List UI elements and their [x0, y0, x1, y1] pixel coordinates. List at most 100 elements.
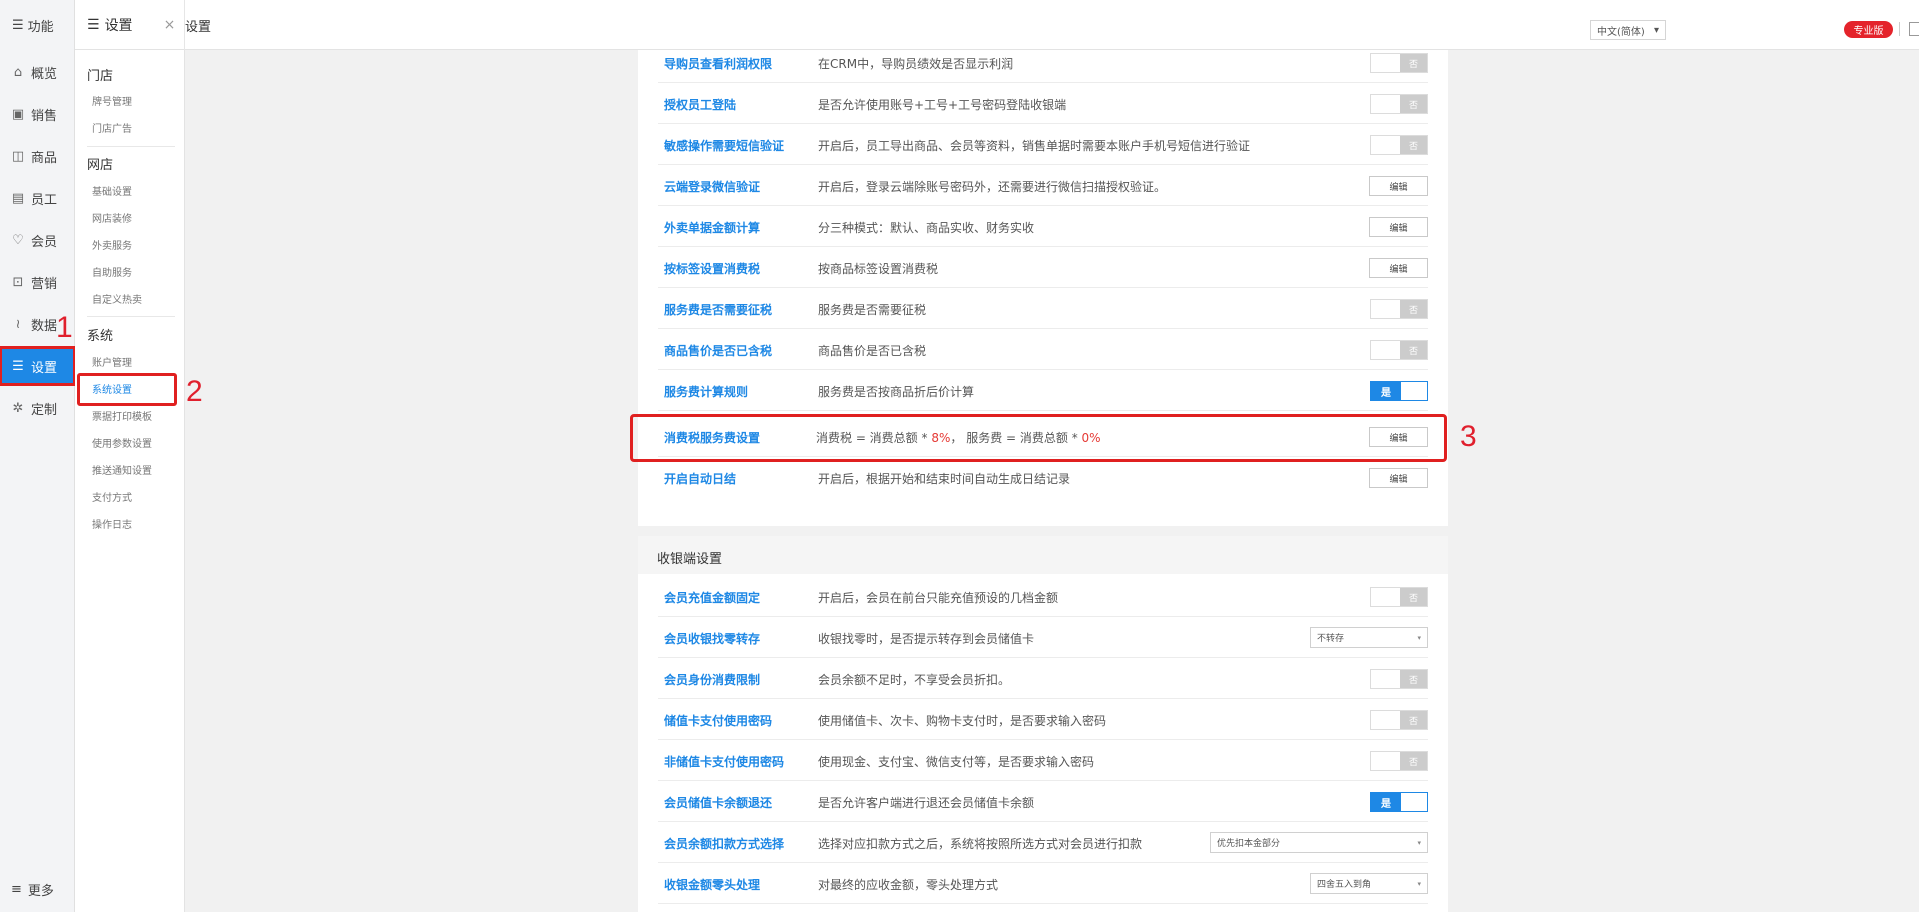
setting-name: 敏感操作需要短信验证 [664, 139, 785, 153]
setting-toggle[interactable]: 是 [1370, 792, 1428, 812]
member-icon: ♡ [12, 232, 24, 248]
submenu-link[interactable]: 账户管理 [92, 354, 132, 369]
submenu-link[interactable]: 外卖服务 [92, 237, 132, 252]
custom-icon: ✲ [12, 400, 24, 416]
setting-row: 外卖单据金额计算 分三种模式：默认、商品实收、财务实收 编辑 [658, 206, 1428, 247]
submenu-link[interactable]: 票据打印模板 [92, 408, 152, 423]
setting-name: 会员充值金额固定 [664, 591, 761, 605]
setting-desc: 选择对应扣款方式之后，系统将按照所选方式对会员进行扣款 [818, 837, 1143, 851]
function-menu-toggle[interactable]: ☰ 功能 [0, 0, 75, 50]
setting-toggle[interactable]: 否 [1370, 53, 1428, 73]
submenu-link[interactable]: 使用参数设置 [92, 435, 152, 450]
submenu-link[interactable]: 自助服务 [92, 264, 132, 279]
submenu-link[interactable]: 基础设置 [92, 183, 132, 198]
toggle-state: 否 [1400, 670, 1427, 688]
exit-icon[interactable] [1909, 22, 1919, 36]
sliders-icon: ☰ [87, 17, 100, 33]
setting-desc: 服务费是否按商品折后价计算 [818, 385, 975, 399]
setting-toggle[interactable]: 否 [1370, 710, 1428, 730]
list-icon: ☰ [12, 17, 24, 33]
setting-toggle[interactable]: 是 [1370, 381, 1428, 401]
goods-icon: ◫ [11, 148, 25, 164]
submenu-group-online: 网店 [87, 158, 114, 173]
nav-label: 员工 [31, 192, 58, 208]
settings-submenu: 门店 牌号管理 门店广告 网店 基础设置 网店装修 外卖服务 自助服务 自定义热… [75, 50, 185, 912]
setting-toggle[interactable]: 否 [1370, 135, 1428, 155]
setting-name: 云端登录微信验证 [664, 180, 761, 194]
setting-name: 会员余额扣款方式选择 [664, 837, 785, 851]
setting-row: 敏感操作需要短信验证 开启后，员工导出商品、会员等资料，销售单据时需要本账户手机… [658, 124, 1428, 165]
setting-name: 储值卡支付使用密码 [664, 714, 773, 728]
nav-more[interactable]: ≡ 更多 [0, 870, 75, 908]
nav-item-overview[interactable]: ⌂ 概览 [0, 53, 75, 91]
nav-label: 商品 [31, 150, 58, 166]
setting-name: 会员储值卡余额退还 [664, 796, 773, 810]
setting-desc: 服务费是否需要征税 [818, 303, 927, 317]
setting-toggle[interactable]: 否 [1370, 751, 1428, 771]
caret-down-icon: ▾ [1653, 24, 1659, 36]
setting-row: 开启自动日结 开启后，根据开始和结束时间自动生成日结记录 编辑 [658, 457, 1428, 498]
setting-row: 会员身份消费限制 会员余额不足时，不享受会员折扣。 否 [658, 658, 1428, 699]
nav-item-goods[interactable]: ◫ 商品 [0, 137, 75, 175]
toggle-state: 是 [1371, 793, 1401, 811]
setting-desc: 使用现金、支付宝、微信支付等，是否要求输入密码 [818, 755, 1095, 769]
nav-item-sales[interactable]: ▣ 销售 [0, 95, 75, 133]
setting-toggle[interactable]: 否 [1370, 669, 1428, 689]
setting-desc: 按商品标签设置消费税 [818, 262, 939, 276]
edit-button[interactable]: 编辑 [1369, 468, 1428, 488]
home-icon: ⌂ [13, 64, 23, 80]
setting-row: 会员余额扣款方式选择 选择对应扣款方式之后，系统将按照所选方式对会员进行扣款 优… [658, 822, 1428, 863]
setting-select[interactable]: 优先扣本金部分 ▾ [1210, 832, 1428, 853]
setting-row: 按标签设置消费税 按商品标签设置消费税 编辑 [658, 247, 1428, 288]
nav-item-marketing[interactable]: ⊡ 营销 [0, 263, 75, 301]
nav-label: 营销 [31, 276, 58, 292]
submenu-link[interactable]: 网店装修 [92, 210, 132, 225]
submenu-group-system: 系统 [87, 329, 114, 344]
setting-toggle[interactable]: 否 [1370, 587, 1428, 607]
nav-label: 概览 [31, 66, 58, 82]
edit-button[interactable]: 编辑 [1369, 176, 1428, 196]
submenu-link[interactable]: 门店广告 [92, 120, 132, 135]
divider [87, 316, 175, 317]
setting-select[interactable]: 四舍五入到角 ▾ [1310, 873, 1428, 894]
select-value: 优先扣本金部分 [1217, 839, 1281, 849]
submenu-link[interactable]: 操作日志 [92, 516, 132, 531]
close-icon[interactable]: × [164, 17, 176, 33]
nav-item-custom[interactable]: ✲ 定制 [0, 389, 75, 427]
submenu-link[interactable]: 支付方式 [92, 489, 132, 504]
nav-item-employee[interactable]: ▤ 员工 [0, 179, 75, 217]
nav-label: 销售 [31, 108, 58, 124]
language-select[interactable]: 中文(简体) ▾ [1590, 20, 1666, 40]
setting-name: 服务费计算规则 [664, 385, 749, 399]
setting-select[interactable]: 不转存 ▾ [1310, 627, 1428, 648]
setting-desc: 商品售价是否已含税 [818, 344, 927, 358]
submenu-link[interactable]: 牌号管理 [92, 93, 132, 108]
employee-icon: ▤ [11, 190, 25, 206]
setting-desc: 在CRM中，导购员绩效是否显示利润 [818, 57, 1014, 71]
setting-row: 授权员工登陆 是否允许使用账号+工号+工号密码登陆收银端 否 [658, 83, 1428, 124]
setting-row: 会员充值金额固定 开启后，会员在前台只能充值预设的几档金额 否 [658, 576, 1428, 617]
setting-toggle[interactable]: 否 [1370, 299, 1428, 319]
nav-more-label: 更多 [27, 883, 54, 899]
edit-button[interactable]: 编辑 [1369, 258, 1428, 278]
submenu-group-store: 门店 [87, 69, 114, 84]
toggle-state: 否 [1400, 136, 1427, 154]
sales-icon: ▣ [11, 106, 25, 122]
settings-tab[interactable]: ☰ 设置 × [75, 0, 185, 50]
setting-desc: 收银找零时，是否提示转存到会员储值卡 [818, 632, 1035, 646]
breadcrumb: 设置 [185, 19, 212, 35]
setting-toggle[interactable]: 否 [1370, 340, 1428, 360]
submenu-link[interactable]: 推送通知设置 [92, 462, 152, 477]
setting-desc: 是否允许使用账号+工号+工号密码登陆收银端 [818, 98, 1067, 112]
nav-item-member[interactable]: ♡ 会员 [0, 221, 75, 259]
setting-row: 收银金额零头处理 对最终的应收金额，零头处理方式 四舍五入到角 ▾ [658, 863, 1428, 904]
divider [1899, 22, 1900, 36]
language-value: 中文(简体) [1597, 26, 1645, 38]
toggle-state: 否 [1400, 752, 1427, 770]
nav-item-settings[interactable]: ☰ 设置 [0, 346, 76, 386]
submenu-link[interactable]: 自定义热卖 [92, 291, 142, 306]
edit-button[interactable]: 编辑 [1369, 217, 1428, 237]
setting-toggle[interactable]: 否 [1370, 94, 1428, 114]
toggle-state: 否 [1400, 54, 1427, 72]
nav-label: 数据 [31, 318, 58, 334]
